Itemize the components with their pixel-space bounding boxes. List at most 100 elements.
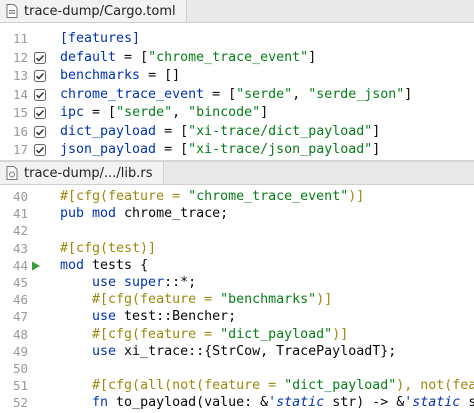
line-number: 52 xyxy=(12,395,28,411)
code-line[interactable]: 11 [features] xyxy=(0,30,474,48)
code-token: 'static xyxy=(268,395,325,411)
code-text: #[cfg(test)] xyxy=(60,240,156,258)
code-token: tests { xyxy=(92,257,149,273)
tab-lib-rs[interactable]: trace-dump/.../lib.rs xyxy=(0,162,164,184)
code-token: 'static xyxy=(404,395,461,411)
code-text: [features] xyxy=(60,30,140,48)
code-line[interactable]: 48 #[cfg(feature = "dict_payload")] xyxy=(0,326,474,344)
code-line[interactable]: 16 dict_payload = ["xi-trace/dict_payload… xyxy=(0,123,474,141)
code-token: pub mod xyxy=(60,206,125,222)
code-line[interactable]: 15 ipc = ["serde", "bincode"] xyxy=(0,104,474,122)
code-token: json_payload xyxy=(60,142,157,157)
code-line[interactable]: 49 use xi_trace::{StrCow, TracePayloadT}… xyxy=(0,343,474,361)
line-number: 44 xyxy=(12,257,28,273)
code-token: ipc xyxy=(60,105,85,120)
code-token: ] xyxy=(308,49,317,65)
checkbox-icon[interactable] xyxy=(34,125,46,138)
line-number: 46 xyxy=(12,292,28,308)
line-number: 47 xyxy=(12,309,28,325)
code-text: fn to_payload(value: &'static str) -> &'… xyxy=(60,394,474,412)
code-text: use test::Bencher; xyxy=(60,308,236,326)
line-number: 12 xyxy=(12,49,28,65)
code-token: mod xyxy=(60,257,93,273)
code-text: pub mod chrome_trace; xyxy=(60,205,228,223)
checkbox-icon[interactable] xyxy=(34,88,46,101)
code-line[interactable]: 52 fn to_payload(value: &'static str) ->… xyxy=(0,394,474,412)
code-line[interactable]: 12 default = ["chrome_trace_event"] xyxy=(0,49,474,67)
code-token: "dict_payload" xyxy=(220,326,333,342)
code-token: , xyxy=(292,86,309,102)
code-token: ] xyxy=(404,86,413,102)
checkbox-icon[interactable] xyxy=(34,70,46,82)
code-token: xi_trace::{StrCow, TracePayloadT}; xyxy=(124,343,397,359)
lib-rs-editor: trace-dump/.../lib.rs 40 #[cfg(feature = … xyxy=(0,162,474,413)
code-token: "serde" xyxy=(236,86,293,102)
code-area[interactable]: 40 #[cfg(feature = "chrome_trace_event")]… xyxy=(0,188,474,413)
line-number: 11 xyxy=(12,31,28,46)
code-text: use xi_trace::{StrCow, TracePayloadT}; xyxy=(60,343,396,361)
code-token: ] xyxy=(372,123,381,139)
rust-file-icon xyxy=(6,166,18,180)
checkbox-icon[interactable] xyxy=(34,144,46,156)
code-token: benchmarks xyxy=(60,68,141,83)
code-area[interactable]: 11 [features] 12 default = ["chrome_trace_e… xyxy=(0,30,474,160)
code-token: str xyxy=(468,395,474,411)
code-token: str) -> & xyxy=(324,395,405,411)
code-text: dict_payload = ["xi-trace/dict_payload"] xyxy=(60,123,380,141)
code-token: = [ xyxy=(156,142,189,157)
code-token: use xyxy=(60,309,125,325)
code-token: chrome_trace_event xyxy=(60,86,205,102)
code-token: chrome_trace; xyxy=(124,206,229,222)
code-token: dict_payload xyxy=(60,123,157,139)
line-number: 50 xyxy=(12,361,28,376)
code-token: )] xyxy=(316,292,333,308)
code-line[interactable]: 40 #[cfg(feature = "chrome_trace_event")] xyxy=(0,188,474,206)
code-line[interactable]: 50 xyxy=(0,360,474,378)
code-token: "dict_payload" xyxy=(284,378,397,394)
code-token: "serde" xyxy=(116,105,173,120)
line-number: 43 xyxy=(12,240,28,256)
line-number: 17 xyxy=(12,142,28,157)
line-number: 40 xyxy=(12,189,28,204)
code-text: #[cfg(all(not(feature = "dict_payload"),… xyxy=(60,377,474,395)
code-token: = [ xyxy=(156,123,189,139)
code-text: #[cfg(feature = "chrome_trace_event")] xyxy=(60,188,364,206)
code-token: "serde_json" xyxy=(308,86,405,102)
tab-cargo-toml[interactable]: trace-dump/Cargo.toml xyxy=(0,0,187,22)
code-line[interactable]: 44 mod tests { xyxy=(0,257,474,275)
code-token: ] xyxy=(372,142,381,157)
code-line[interactable]: 41 pub mod chrome_trace; xyxy=(0,205,474,223)
code-line[interactable]: 45 use super::*; xyxy=(0,274,474,292)
code-line[interactable]: 13 benchmarks = [] xyxy=(0,67,474,85)
code-line[interactable]: 14 chrome_trace_event = ["serde", "serde_… xyxy=(0,86,474,104)
code-line[interactable]: 47 use test::Bencher; xyxy=(0,308,474,326)
cargo-toml-editor: trace-dump/Cargo.toml 11 [features] 12 defa… xyxy=(0,0,474,160)
code-token: "benchmarks" xyxy=(220,292,317,308)
code-token: "bincode" xyxy=(188,105,261,120)
code-text: benchmarks = [] xyxy=(60,67,180,85)
run-tests-icon[interactable] xyxy=(30,260,42,272)
checkbox-icon[interactable] xyxy=(34,51,46,64)
code-token: = [ xyxy=(116,49,149,65)
code-line[interactable]: 46 #[cfg(feature = "benchmarks")] xyxy=(0,291,474,309)
code-token: #[cfg(feature = xyxy=(60,189,189,204)
code-line[interactable]: 42 xyxy=(0,222,474,240)
code-token: use xyxy=(60,343,125,359)
code-token: = [ xyxy=(84,105,117,120)
code-token: "chrome_trace_event" xyxy=(148,49,309,65)
tab-label: trace-dump/Cargo.toml xyxy=(24,3,176,19)
code-token: ] xyxy=(260,105,269,120)
code-token: = [] xyxy=(140,68,181,83)
code-token: #[cfg(test)] xyxy=(60,240,157,256)
code-token: #[cfg(all(not(feature = xyxy=(60,378,285,394)
code-token: , xyxy=(172,105,189,120)
code-text: #[cfg(feature = "benchmarks")] xyxy=(60,291,332,309)
code-line[interactable]: 17 json_payload = ["xi-trace/json_payload… xyxy=(0,141,474,159)
line-number: 15 xyxy=(12,105,28,120)
code-token: [features] xyxy=(60,31,141,46)
code-text: default = ["chrome_trace_event"] xyxy=(60,49,316,67)
code-line[interactable]: 43 #[cfg(test)] xyxy=(0,240,474,258)
checkbox-icon[interactable] xyxy=(34,107,46,119)
code-token: = [ xyxy=(204,86,237,102)
code-line[interactable]: 51 #[cfg(all(not(feature = "dict_payload… xyxy=(0,377,474,395)
